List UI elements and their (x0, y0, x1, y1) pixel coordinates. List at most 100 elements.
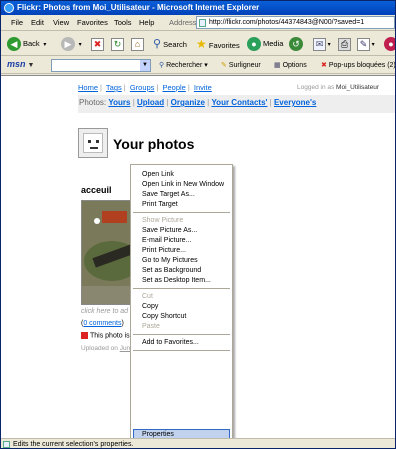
star-icon: ★ (196, 37, 207, 51)
nav-groups[interactable]: Groups (130, 83, 155, 92)
home-button[interactable]: ⌂ (131, 36, 144, 52)
menu-save-picture-as[interactable]: Save Picture As... (142, 226, 197, 235)
menu-open-link-new-window[interactable]: Open Link in New Window (142, 180, 224, 189)
menu-go-to-my-pictures[interactable]: Go to My Pictures (142, 256, 198, 265)
mail-button[interactable]: ✉ ▾ (313, 36, 331, 52)
rechercher-button[interactable]: ⚲ Rechercher ▾ (159, 61, 208, 69)
privacy-line: This photo is (81, 332, 130, 339)
menu-help[interactable]: Help (139, 18, 154, 27)
menu-copy[interactable]: Copy (142, 302, 158, 311)
status-page-icon (3, 441, 10, 448)
search-button[interactable]: ⚲ Search (153, 36, 187, 52)
dropdown-arrow-icon[interactable]: ▼ (140, 60, 150, 71)
standard-toolbar: ◀ Back ▾ ▶ ▾ ✖ ↻ ⌂ ⚲ Search ★ Favorites ●… (1, 32, 395, 56)
title-bar: Flickr: Photos from Moi_Utilisateur - Mi… (1, 1, 395, 15)
edit-button[interactable]: ✎ ▾ (357, 36, 375, 52)
back-button[interactable]: ◀ Back ▾ (7, 36, 46, 52)
nav-people[interactable]: People (162, 83, 185, 92)
logged-in-info: Logged in as Moi_Utilisateur (297, 84, 380, 91)
buddy-icon[interactable] (78, 128, 108, 158)
photo-title[interactable]: acceuil (81, 185, 112, 195)
surligneur-button[interactable]: ✎ Surligneur (221, 61, 261, 69)
menu-edit[interactable]: Edit (31, 18, 44, 27)
nav-home[interactable]: Home (78, 83, 98, 92)
comments-link[interactable]: 0 comments (83, 320, 121, 327)
msn-toolbar: msn ▼ ▼ ⚲ Rechercher ▾ ✎ Surligneur ▦ Opt… (1, 57, 395, 74)
nav-your-contacts[interactable]: Your Contacts' (211, 98, 267, 107)
msn-search-input[interactable]: ▼ (51, 59, 151, 72)
history-button[interactable]: ↺ (289, 36, 305, 52)
history-icon: ↺ (289, 37, 303, 52)
comments-line: (0 comments) (81, 320, 124, 327)
uploaded-line: Uploaded on Jun (81, 345, 131, 352)
status-bar: Edits the current selection's properties… (1, 438, 395, 448)
menu-set-as-desktop-item[interactable]: Set as Desktop Item... (142, 276, 211, 285)
highlighter-icon: ✎ (221, 62, 227, 69)
mail-icon: ✉ (313, 37, 326, 51)
nav-upload[interactable]: Upload (137, 98, 164, 107)
menu-file[interactable]: File (11, 18, 23, 27)
menu-separator (133, 334, 230, 335)
stop-icon: ✖ (91, 37, 104, 51)
back-arrow-icon: ◀ (7, 37, 21, 52)
flickr-top-nav: Home | Tags | Groups | People | Invite (78, 83, 212, 92)
photos-nav: Photos: Yours | Upload | Organize | Your… (79, 98, 317, 107)
menu-open-link[interactable]: Open Link (142, 170, 174, 179)
forward-arrow-icon: ▶ (61, 37, 75, 52)
menu-show-picture: Show Picture (142, 217, 184, 224)
menu-separator (133, 212, 230, 213)
page-icon (199, 19, 206, 27)
media-button[interactable]: ● Media (247, 36, 283, 52)
photos-label: Photos: (79, 98, 107, 107)
private-lock-icon (81, 332, 88, 339)
status-text: Edits the current selection's properties… (13, 441, 134, 448)
menu-paste: Paste (142, 323, 160, 330)
logged-in-user-link[interactable]: Moi_Utilisateur (336, 84, 379, 91)
options-button[interactable]: ▦ Options (274, 61, 307, 69)
menu-tools[interactable]: Tools (114, 18, 132, 27)
messenger-icon: ● (384, 37, 395, 52)
ie-window: Flickr: Photos from Moi_Utilisateur - Mi… (0, 0, 396, 449)
forward-button[interactable]: ▶ ▾ (61, 36, 82, 52)
print-icon: ⎙ (338, 37, 351, 51)
menu-print-target[interactable]: Print Target (142, 200, 178, 209)
page-title: Your photos (113, 136, 195, 152)
menu-cut: Cut (142, 293, 153, 300)
chevron-down-icon: ▼ (27, 62, 35, 69)
window-title: Flickr: Photos from Moi_Utilisateur - Mi… (17, 3, 260, 12)
click-to-add-description[interactable]: click here to ad (81, 308, 128, 315)
media-icon: ● (247, 37, 261, 52)
nav-organize[interactable]: Organize (171, 98, 205, 107)
menu-copy-shortcut[interactable]: Copy Shortcut (142, 312, 186, 321)
nav-invite[interactable]: Invite (194, 83, 212, 92)
msn-logo[interactable]: msn ▼ (7, 59, 34, 69)
menu-separator (133, 350, 230, 351)
menu-save-target-as[interactable]: Save Target As... (142, 190, 195, 199)
ie-logo-icon (4, 3, 14, 13)
address-label: Address (169, 18, 197, 27)
stop-button[interactable]: ✖ (91, 36, 104, 52)
menu-add-to-favorites[interactable]: Add to Favorites... (142, 338, 199, 347)
search-icon: ⚲ (159, 62, 165, 69)
menu-view[interactable]: View (53, 18, 69, 27)
menu-favorites[interactable]: Favorites (77, 18, 108, 27)
refresh-button[interactable]: ↻ (111, 36, 124, 52)
address-value: http://flickr.com/photos/44374843@N00/?s… (209, 19, 365, 26)
print-button[interactable]: ⎙ (338, 36, 351, 52)
popup-blocker-icon: ✖ (321, 62, 327, 69)
favorites-button[interactable]: ★ Favorites (196, 36, 240, 52)
menu-set-as-background[interactable]: Set as Background (142, 266, 201, 275)
menu-email-picture[interactable]: E-mail Picture... (142, 236, 191, 245)
search-icon: ⚲ (153, 38, 162, 50)
menu-bar: File Edit View Favorites Tools Help Addr… (1, 15, 395, 31)
messenger-button[interactable]: ● (384, 36, 395, 52)
uploaded-date-link[interactable]: Jun (120, 345, 130, 352)
nav-tags[interactable]: Tags (106, 83, 122, 92)
address-bar[interactable]: http://flickr.com/photos/44374843@N00/?s… (196, 16, 395, 29)
nav-everyones[interactable]: Everyone's (274, 98, 316, 107)
nav-yours[interactable]: Yours (108, 98, 130, 107)
menu-print-picture[interactable]: Print Picture... (142, 246, 186, 255)
popups-blocked-button[interactable]: ✖ Pop-ups bloquées (2) (321, 61, 395, 69)
menu-separator (133, 288, 230, 289)
edit-icon: ✎ (357, 37, 370, 51)
